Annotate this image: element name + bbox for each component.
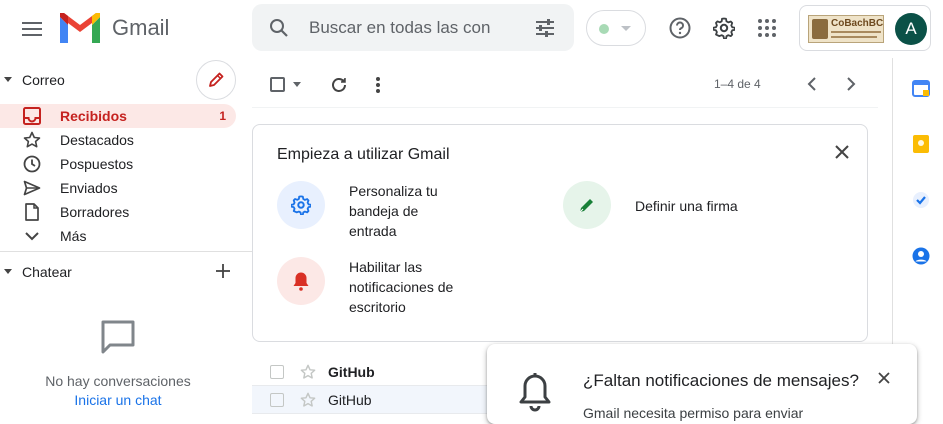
- tasks-icon[interactable]: [911, 190, 931, 210]
- pagination-text: 1–4 de 4: [714, 77, 761, 91]
- contacts-icon[interactable]: [911, 246, 931, 266]
- start-chat-link[interactable]: Iniciar un chat: [0, 392, 236, 408]
- draft-icon: [22, 202, 42, 222]
- chat-section-header[interactable]: Chatear: [0, 258, 240, 286]
- notification-bell-icon: [277, 257, 325, 305]
- send-icon: [22, 178, 42, 198]
- mail-section-label: Correo: [22, 72, 65, 88]
- customize-settings-icon: [277, 181, 325, 229]
- getting-started-card: Empieza a utilizar Gmail Personaliza tu …: [252, 124, 868, 342]
- tile-label-line: Habilitar las: [349, 259, 423, 275]
- unread-count-badge: 1: [219, 109, 226, 123]
- close-icon[interactable]: [831, 141, 853, 163]
- row-checkbox[interactable]: [270, 365, 284, 379]
- tile-label-line: Definir una firma: [635, 198, 738, 214]
- signature-pen-icon: [563, 181, 611, 229]
- settings-gear-icon[interactable]: [710, 14, 738, 42]
- tile-label-line: notificaciones de: [349, 279, 454, 295]
- caret-down-icon: [621, 26, 631, 31]
- tile-customize-inbox[interactable]: Personaliza tu bandeja de entrada: [277, 181, 517, 251]
- tile-enable-notifications[interactable]: Habilitar las notificaciones de escritor…: [277, 257, 517, 327]
- search-icon[interactable]: [266, 15, 292, 41]
- more-options-icon[interactable]: [368, 74, 388, 96]
- sidebar-divider: [0, 251, 252, 252]
- sidebar-item-more[interactable]: Más: [0, 224, 236, 248]
- account-switcher[interactable]: CoBachBC A: [799, 5, 931, 51]
- card-title: Empieza a utilizar Gmail: [277, 146, 450, 163]
- sidebar: Correo Recibidos 1 Destacados Pospuestos…: [0, 58, 252, 419]
- organization-emblem-icon: [812, 19, 828, 39]
- select-all-checkbox[interactable]: [270, 77, 285, 92]
- bell-icon: [515, 370, 555, 414]
- sender-name: GitHub: [328, 364, 375, 380]
- tile-label-line: entrada: [349, 223, 397, 239]
- toolbar-divider: [252, 107, 878, 108]
- tile-label-line: Personaliza tu: [349, 183, 438, 199]
- new-chat-plus-icon[interactable]: [214, 262, 232, 280]
- tile-label-line: escritorio: [349, 299, 406, 315]
- sidebar-item-label: Recibidos: [60, 108, 127, 124]
- keep-notes-icon[interactable]: [911, 134, 931, 154]
- status-selector[interactable]: [586, 10, 646, 46]
- sidebar-item-sent[interactable]: Enviados: [0, 176, 236, 200]
- sidebar-item-label: Pospuestos: [60, 156, 134, 172]
- gmail-logo-icon[interactable]: [60, 13, 100, 43]
- sender-name: GitHub: [328, 392, 372, 408]
- apps-grid-icon[interactable]: [753, 14, 781, 42]
- chat-section-label: Chatear: [22, 264, 72, 280]
- star-icon[interactable]: [299, 391, 317, 409]
- collapse-caret-icon[interactable]: [4, 77, 12, 82]
- chat-bubble-icon: [100, 319, 136, 355]
- sidebar-item-snoozed[interactable]: Pospuestos: [0, 152, 236, 176]
- organization-logo-text: CoBachBC: [831, 18, 884, 29]
- sidebar-item-inbox[interactable]: Recibidos 1: [0, 104, 236, 128]
- dialog-title: ¿Faltan notificaciones de mensajes?: [583, 371, 859, 390]
- sidebar-item-label: Borradores: [60, 204, 130, 220]
- pencil-icon: [209, 72, 224, 87]
- tile-define-signature[interactable]: Definir una firma: [563, 181, 823, 231]
- row-checkbox[interactable]: [270, 393, 284, 407]
- star-icon[interactable]: [299, 363, 317, 381]
- gmail-brand-text: Gmail: [112, 15, 170, 40]
- organization-logo: CoBachBC: [808, 15, 884, 43]
- notifications-permission-dialog: ¿Faltan notificaciones de mensajes? Gmai…: [487, 344, 917, 424]
- main-menu-icon[interactable]: [16, 13, 48, 45]
- collapse-caret-icon[interactable]: [4, 269, 12, 274]
- chevron-left-icon[interactable]: [802, 74, 822, 94]
- clock-icon: [22, 154, 42, 174]
- sidebar-item-starred[interactable]: Destacados: [0, 128, 236, 152]
- sidebar-item-label: Destacados: [60, 132, 134, 148]
- dialog-body: Gmail necesita permiso para enviar: [583, 405, 804, 421]
- compose-button[interactable]: [196, 60, 236, 100]
- no-conversations-text: No hay conversaciones: [45, 373, 191, 389]
- search-options-icon[interactable]: [532, 16, 558, 40]
- sidebar-item-label: Más: [60, 228, 87, 244]
- status-dot-icon: [599, 24, 609, 34]
- avatar[interactable]: A: [895, 13, 927, 45]
- top-header: Gmail Buscar en todas las con CoBachBC A: [0, 0, 943, 58]
- sidebar-item-drafts[interactable]: Borradores: [0, 200, 236, 224]
- chevron-down-icon: [22, 226, 42, 246]
- search-bar[interactable]: Buscar en todas las con: [252, 4, 574, 51]
- refresh-icon[interactable]: [328, 74, 350, 96]
- star-icon: [22, 130, 42, 150]
- chevron-right-icon[interactable]: [841, 74, 861, 94]
- tile-label-line: bandeja de: [349, 203, 419, 219]
- mail-toolbar: 1–4 de 4: [252, 64, 878, 104]
- search-input[interactable]: Buscar en todas las con: [309, 18, 490, 38]
- select-options-caret-icon[interactable]: [293, 82, 301, 87]
- help-icon[interactable]: [666, 14, 694, 42]
- inbox-icon: [22, 106, 42, 126]
- close-icon[interactable]: [875, 369, 893, 387]
- calendar-icon[interactable]: [911, 78, 931, 98]
- sidebar-item-label: Enviados: [60, 180, 118, 196]
